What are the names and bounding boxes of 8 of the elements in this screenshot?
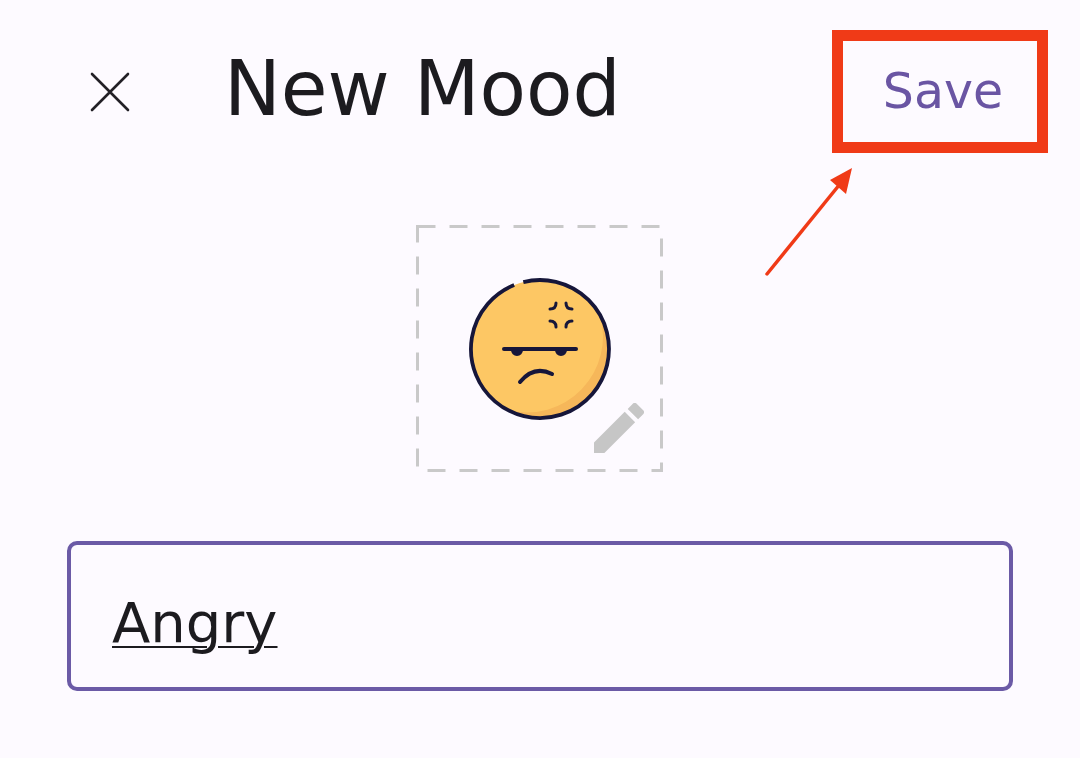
pencil-icon [594,403,644,453]
name-field[interactable]: Angry [67,541,1013,691]
close-button[interactable] [90,71,130,112]
save-button[interactable]: Save [874,60,1012,123]
angry-face-icon [466,275,613,422]
icon-picker[interactable] [416,225,663,472]
close-icon [90,71,130,112]
screen-title: New Mood [224,46,621,131]
